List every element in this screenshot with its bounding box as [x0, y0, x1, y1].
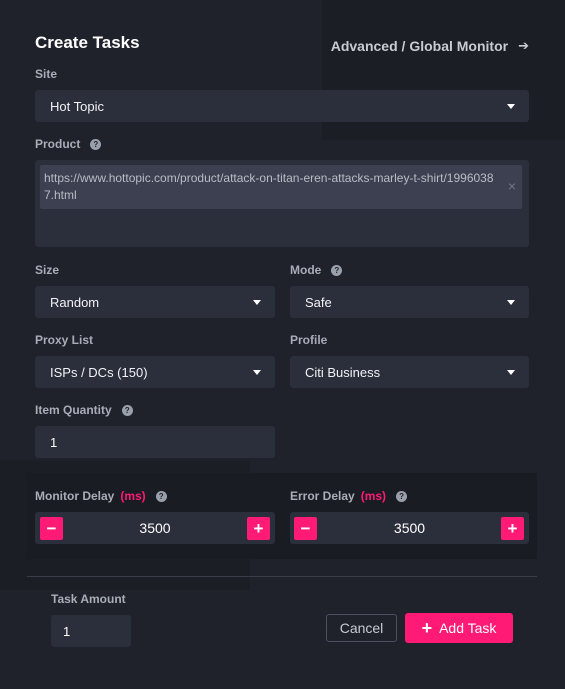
site-select-value: Hot Topic	[50, 98, 104, 114]
proxy-list-label-text: Proxy List	[35, 333, 94, 347]
size-label: Size	[35, 263, 59, 277]
product-input[interactable]: https://www.hottopic.com/product/attack-…	[35, 160, 529, 247]
increment-button[interactable]: +	[247, 517, 270, 540]
monitor-delay-label: Monitor Delay (ms) ?	[35, 489, 167, 503]
chevron-down-icon	[253, 299, 261, 305]
task-amount-label-text: Task Amount	[51, 592, 126, 606]
chevron-down-icon	[507, 369, 515, 375]
cancel-button[interactable]: Cancel	[326, 614, 397, 642]
size-select[interactable]: Random	[35, 286, 275, 318]
help-icon[interactable]: ?	[155, 490, 167, 502]
monitor-delay-label-text: Monitor Delay	[35, 489, 115, 503]
profile-label: Profile	[290, 333, 327, 347]
proxy-list-label: Proxy List	[35, 333, 93, 347]
error-delay-value[interactable]: 3500	[320, 512, 499, 544]
site-label-text: Site	[35, 67, 58, 81]
add-task-button-label: Add Task	[439, 620, 497, 636]
decrement-button[interactable]: −	[40, 517, 63, 540]
item-quantity-value: 1	[50, 434, 58, 450]
error-delay-label: Error Delay (ms) ?	[290, 489, 408, 503]
page-title: Create Tasks	[35, 33, 140, 52]
error-delay-label-text: Error Delay	[290, 489, 355, 503]
help-icon[interactable]: ?	[396, 490, 408, 502]
profile-select[interactable]: Citi Business	[290, 356, 529, 388]
mode-select-value: Safe	[305, 294, 332, 310]
profile-label-text: Profile	[290, 333, 328, 347]
increment-button[interactable]: +	[501, 517, 524, 540]
task-amount-input[interactable]: 1	[51, 615, 131, 647]
chevron-down-icon	[253, 369, 261, 375]
proxy-list-select-value: ISPs / DCs (150)	[50, 364, 148, 380]
error-delay-stepper[interactable]: − 3500 +	[290, 512, 529, 544]
divider	[27, 576, 537, 577]
help-icon[interactable]: ?	[121, 404, 133, 416]
size-label-text: Size	[35, 263, 60, 277]
task-amount-label: Task Amount	[51, 592, 126, 606]
product-label-text: Product	[35, 137, 81, 151]
profile-select-value: Citi Business	[305, 364, 381, 380]
monitor-delay-stepper[interactable]: − 3500 +	[35, 512, 275, 544]
task-amount-value: 1	[63, 623, 71, 639]
plus-icon: +	[421, 618, 433, 638]
decrement-button[interactable]: −	[294, 517, 317, 540]
create-tasks-dialog: Create Tasks Advanced / Global Monitor ➔…	[0, 0, 565, 689]
product-url-chip: https://www.hottopic.com/product/attack-…	[40, 165, 522, 209]
add-task-button[interactable]: + Add Task	[405, 613, 513, 643]
close-icon[interactable]: ×	[508, 178, 516, 195]
advanced-link-label: Advanced / Global Monitor	[330, 38, 509, 54]
error-delay-unit: (ms)	[360, 489, 387, 503]
mode-label: Mode ?	[290, 263, 343, 277]
chevron-down-icon	[507, 103, 515, 109]
product-label: Product ?	[35, 137, 102, 151]
monitor-delay-value[interactable]: 3500	[65, 512, 245, 544]
chevron-down-icon	[507, 299, 515, 305]
product-url-text: https://www.hottopic.com/product/attack-…	[44, 171, 494, 202]
site-select[interactable]: Hot Topic	[35, 90, 529, 122]
cancel-button-label: Cancel	[339, 620, 384, 636]
advanced-global-monitor-link[interactable]: Advanced / Global Monitor ➔	[331, 38, 529, 54]
mode-label-text: Mode	[290, 263, 322, 277]
monitor-delay-unit: (ms)	[120, 489, 146, 503]
size-select-value: Random	[50, 294, 100, 310]
help-icon[interactable]: ?	[331, 264, 343, 276]
arrow-right-icon: ➔	[518, 38, 529, 53]
item-quantity-label-text: Item Quantity	[35, 403, 112, 417]
site-label: Site	[35, 67, 57, 81]
item-quantity-input[interactable]: 1	[35, 426, 275, 458]
proxy-list-select[interactable]: ISPs / DCs (150)	[35, 356, 275, 388]
help-icon[interactable]: ?	[90, 138, 102, 150]
mode-select[interactable]: Safe	[290, 286, 529, 318]
item-quantity-label: Item Quantity ?	[35, 403, 133, 417]
